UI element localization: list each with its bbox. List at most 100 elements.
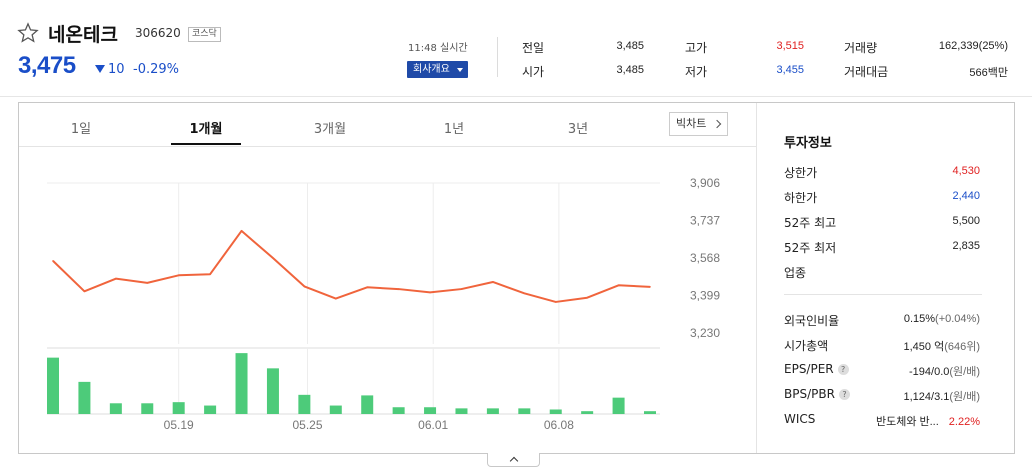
invest-value: -194/0.0(원/배) [909,363,980,379]
tab-1-day[interactable]: 1일 [46,118,116,137]
invest-label: 52주 최저 [784,241,837,255]
volume-bar [298,394,311,414]
invest-label: 업종 [784,266,807,280]
big-chart-label: 빅차트 [676,117,707,130]
y-tick-label: 3,230 [690,326,720,340]
price-point [272,257,274,259]
help-icon[interactable]: ? [838,389,850,400]
invest-value-main: 반도체와 반... [875,416,939,428]
price-point [52,260,54,262]
volume-bar [266,368,279,414]
invest-value-main: 0.15% [903,313,936,325]
price-point [523,292,526,295]
volume-bar [612,397,625,414]
volume-bar [361,395,374,414]
volume-bar [644,411,656,414]
price-point [115,277,117,280]
tab-3-months[interactable]: 3개월 [295,118,365,137]
price-point [586,296,588,299]
price-point [429,291,431,294]
header-divider [0,96,1032,97]
company-overview-button[interactable]: 회사개요 [407,61,468,78]
price-point [303,285,306,288]
y-tick-label: 3,399 [690,289,720,303]
volume-bar [329,405,342,414]
period-tabs: 1일 1개월 3개월 1년 3년 빅차트 [19,103,756,147]
panel-divider [756,103,757,453]
quote-value-high: 3,515 [776,40,804,52]
invest-value: 4,530 [952,165,980,177]
quote-label-prev-close: 전일 [522,41,545,55]
invest-label: WICS [784,412,815,426]
price-point [209,273,211,275]
quote-value-trade-amount: 566백만 [969,67,1008,79]
quote-value-low: 3,455 [776,64,804,76]
stock-code: 306620 [135,26,181,40]
big-chart-button[interactable]: 빅차트 [669,112,728,136]
invest-label-text: WICS [784,412,816,426]
quote-label-volume: 거래량 [844,41,878,55]
y-tick-label: 3,737 [690,214,720,228]
invest-value: 1,450 억(646위) [903,338,980,354]
invest-value-main: -194/0.0 [909,366,950,378]
invest-label: EPS/PER? [784,362,849,376]
x-tick-label: 05.19 [164,418,194,432]
volume-bar [518,408,531,414]
volume-bar [424,407,437,414]
price-point [146,282,149,284]
volume-bar [549,409,562,414]
invest-label: 52주 최고 [784,216,837,230]
invest-value-extra: (646위) [944,341,980,353]
invest-divider [784,294,982,295]
down-arrow-icon [95,65,105,73]
price-point [83,290,86,293]
invest-label-text: EPS/PER [784,362,834,376]
invest-value-extra: 2.22% [948,416,980,428]
volume-bar [486,408,499,414]
invest-value: 2,835 [952,240,980,252]
help-icon[interactable]: ? [837,364,849,375]
invest-value-extra: (원/배) [949,391,980,403]
market-badge: 코스닥 [188,27,221,42]
x-tick-label: 06.01 [418,418,448,432]
volume-bar [172,402,185,414]
volume-bar [455,408,468,414]
chevron-up-icon [509,456,519,466]
tab-1-year[interactable]: 1년 [419,118,489,137]
volume-bar [204,405,217,414]
invest-value: 0.15%(+0.04%) [904,313,980,325]
price-point [492,281,494,283]
invest-value-extra: (+0.04%) [935,313,980,325]
price-point [366,286,369,289]
quote-label-high: 고가 [685,41,708,55]
price-point [240,230,243,232]
star-icon[interactable] [17,22,39,44]
collapse-button[interactable] [487,453,540,467]
price-point [617,284,620,287]
invest-label: BPS/PBR? [784,387,850,401]
quote-value-volume: 162,339(25%) [938,40,1008,52]
invest-label-text: 시가총액 [784,339,829,353]
stock-header: 네온테크 306620 코스닥 3,475 10 -0.29% 11:48 실시… [0,0,1032,96]
invest-label: 하한가 [784,191,818,205]
invest-value-main: 1,124/3.1 [903,391,950,403]
price-chart: 3,906 3,737 3,568 3,399 3,230 05.19 05.25 06.01… [47,176,720,432]
tab-3-years[interactable]: 3년 [543,118,613,137]
invest-label-text: 외국인비율 [784,314,840,328]
active-tab-indicator [171,143,241,145]
divider [497,37,498,77]
stock-name: 네온테크 [48,24,118,46]
tab-1-month[interactable]: 1개월 [171,118,241,137]
y-tick-label: 3,568 [690,251,720,265]
price-point [554,301,557,303]
quote-value-prev-close: 3,485 [616,40,644,52]
y-tick-label: 3,906 [690,176,720,190]
volume-bar [78,381,91,414]
volume-bar [109,403,122,414]
invest-value: 2,440 [952,190,980,202]
invest-info-title: 투자정보 [784,136,832,151]
price-point [649,286,651,288]
current-price: 3,475 [18,52,76,79]
company-overview-label: 회사개요 [413,64,450,75]
price-point [177,274,180,277]
